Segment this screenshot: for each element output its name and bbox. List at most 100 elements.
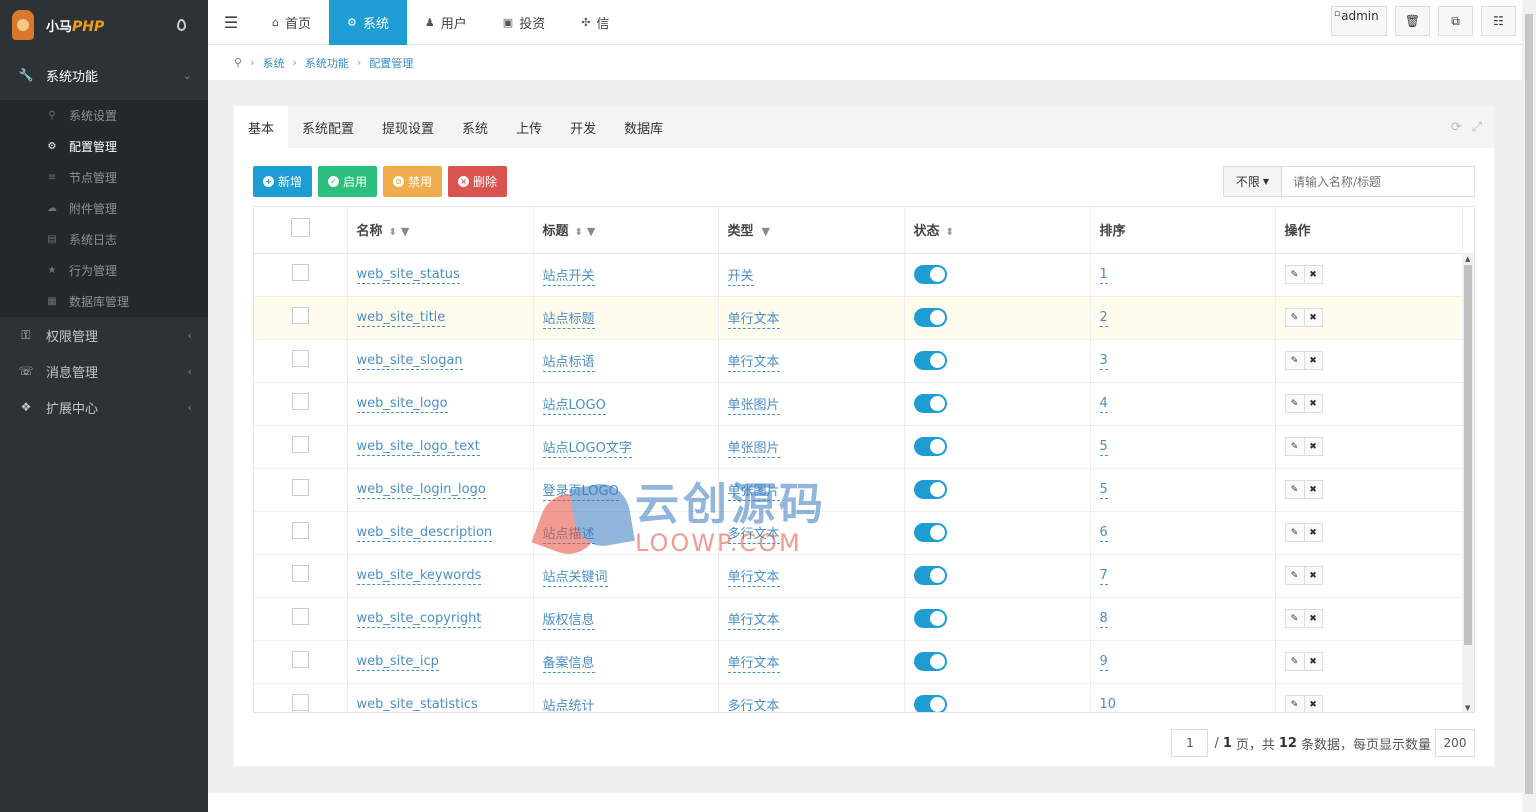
type-link[interactable]: 单行文本 bbox=[727, 570, 780, 587]
disable-button[interactable]: ⊘ 禁用 bbox=[383, 166, 443, 197]
tab-system[interactable]: 系统 bbox=[448, 106, 502, 148]
table-row[interactable]: web_site_slogan 站点标语 单行文本 3 ✎ ✖ bbox=[254, 339, 1463, 383]
sidebar-item-action-manage[interactable]: ★ 行为管理 bbox=[0, 255, 208, 286]
status-toggle[interactable] bbox=[913, 480, 947, 499]
table-row[interactable]: web_site_icp 备案信息 单行文本 9 ✎ ✖ bbox=[254, 640, 1463, 684]
close-icon[interactable]: ✖ bbox=[1303, 266, 1322, 283]
sort-link[interactable]: 8 bbox=[1099, 611, 1108, 628]
row-checkbox[interactable] bbox=[291, 436, 309, 453]
sort-link[interactable]: 4 bbox=[1099, 396, 1108, 413]
sidebar-item-database-manage[interactable]: ▦ 数据库管理 bbox=[0, 286, 208, 317]
name-link[interactable]: web_site_keywords bbox=[356, 568, 482, 585]
breadcrumb-item-system-functions[interactable]: 系统功能 bbox=[305, 55, 349, 71]
sort-icon[interactable]: ⬍ bbox=[575, 227, 583, 238]
tab-home[interactable]: ⌂ 首页 bbox=[254, 0, 329, 45]
type-link[interactable]: 单张图片 bbox=[727, 441, 780, 458]
status-toggle[interactable] bbox=[913, 308, 947, 327]
close-icon[interactable]: ✖ bbox=[1303, 395, 1322, 412]
row-checkbox[interactable] bbox=[291, 522, 309, 539]
status-toggle[interactable] bbox=[913, 437, 947, 456]
title-link[interactable]: 站点统计 bbox=[542, 699, 595, 712]
status-toggle[interactable] bbox=[913, 609, 947, 628]
name-link[interactable]: web_site_title bbox=[356, 310, 446, 327]
edit-icon[interactable]: ✎ bbox=[1285, 352, 1304, 369]
open-site-button[interactable]: ⧉ bbox=[1438, 6, 1473, 36]
table-row[interactable]: web_site_keywords 站点关键词 单行文本 7 ✎ ✖ bbox=[254, 554, 1463, 598]
status-toggle[interactable] bbox=[913, 695, 947, 712]
logo[interactable]: 小马PHP bbox=[0, 0, 208, 50]
type-link[interactable]: 单行文本 bbox=[727, 312, 780, 329]
window-scroll-thumb[interactable] bbox=[1525, 14, 1533, 794]
refresh-icon[interactable]: ⟳ bbox=[1451, 120, 1462, 135]
sort-icon[interactable]: ⬍ bbox=[389, 227, 397, 238]
menu-group-extension[interactable]: ❖ 扩展中心 ‹ bbox=[0, 389, 208, 425]
delete-button[interactable]: × 删除 bbox=[448, 166, 508, 197]
breadcrumb-item-system[interactable]: 系统 bbox=[262, 55, 284, 71]
status-toggle[interactable] bbox=[913, 265, 947, 284]
clear-cache-button[interactable]: 🗑 bbox=[1395, 6, 1430, 36]
table-row[interactable]: web_site_copyright 版权信息 单行文本 8 ✎ ✖ bbox=[254, 597, 1463, 641]
type-link[interactable]: 多行文本 bbox=[727, 699, 780, 712]
table-row[interactable]: web_site_statistics 站点统计 多行文本 10 ✎ ✖ bbox=[254, 683, 1463, 712]
page-size-input[interactable]: 200 bbox=[1435, 729, 1475, 757]
tab-invest[interactable]: ▣ 投资 bbox=[485, 0, 563, 45]
filter-icon[interactable]: ▼ bbox=[762, 225, 770, 238]
type-link[interactable]: 单张图片 bbox=[727, 398, 780, 415]
scroll-down-icon[interactable]: ▼ bbox=[1465, 704, 1470, 712]
admin-avatar[interactable]: ▫ admin bbox=[1331, 6, 1387, 36]
search-input[interactable] bbox=[1282, 166, 1475, 197]
sort-link[interactable]: 3 bbox=[1099, 353, 1108, 370]
scroll-thumb[interactable] bbox=[1464, 265, 1472, 645]
close-icon[interactable]: ✖ bbox=[1303, 438, 1322, 455]
edit-icon[interactable]: ✎ bbox=[1285, 481, 1304, 498]
menu-group-permission[interactable]: ⚿ 权限管理 ‹ bbox=[0, 317, 208, 353]
settings-panel-button[interactable]: ☷ bbox=[1481, 6, 1516, 36]
sort-link[interactable]: 10 bbox=[1099, 697, 1117, 712]
tab-basic[interactable]: 基本 bbox=[234, 106, 289, 148]
type-link[interactable]: 单行文本 bbox=[727, 613, 780, 630]
close-icon[interactable]: ✖ bbox=[1303, 352, 1322, 369]
title-link[interactable]: 版权信息 bbox=[542, 613, 595, 630]
edit-icon[interactable]: ✎ bbox=[1285, 567, 1304, 584]
window-scrollbar[interactable] bbox=[1522, 0, 1536, 812]
status-toggle[interactable] bbox=[913, 566, 947, 585]
type-link[interactable]: 单行文本 bbox=[727, 656, 780, 673]
row-checkbox[interactable] bbox=[291, 694, 309, 711]
sort-link[interactable]: 1 bbox=[1099, 267, 1108, 284]
name-link[interactable]: web_site_status bbox=[356, 267, 460, 284]
enable-button[interactable]: ✓ 启用 bbox=[318, 166, 378, 197]
close-icon[interactable]: ✖ bbox=[1303, 610, 1322, 627]
tab-withdraw-settings[interactable]: 提现设置 bbox=[368, 106, 448, 148]
title-link[interactable]: 站点标语 bbox=[542, 355, 595, 372]
sort-link[interactable]: 5 bbox=[1099, 482, 1108, 499]
row-checkbox[interactable] bbox=[291, 479, 309, 496]
sidebar-item-config-manage[interactable]: ⚙ 配置管理 bbox=[0, 131, 208, 162]
tab-system-config[interactable]: 系统配置 bbox=[288, 106, 368, 148]
sort-link[interactable]: 6 bbox=[1099, 525, 1108, 542]
tab-user[interactable]: ♟ 用户 bbox=[407, 0, 485, 45]
name-link[interactable]: web_site_copyright bbox=[356, 611, 482, 628]
tab-system[interactable]: ⚙ 系统 bbox=[329, 0, 407, 45]
edit-icon[interactable]: ✎ bbox=[1285, 696, 1304, 712]
title-link[interactable]: 站点标题 bbox=[542, 312, 595, 329]
close-icon[interactable]: ✖ bbox=[1303, 653, 1322, 670]
row-checkbox[interactable] bbox=[291, 350, 309, 367]
search-scope-select[interactable]: 不限 ▼ bbox=[1223, 166, 1282, 197]
status-toggle[interactable] bbox=[913, 351, 947, 370]
edit-icon[interactable]: ✎ bbox=[1285, 438, 1304, 455]
type-link[interactable]: 单行文本 bbox=[727, 355, 780, 372]
filter-icon[interactable]: ▼ bbox=[587, 225, 595, 238]
sidebar-item-system-settings[interactable]: ⚲ 系统设置 bbox=[0, 100, 208, 131]
edit-icon[interactable]: ✎ bbox=[1285, 653, 1304, 670]
sidebar-item-attachment-manage[interactable]: ☁ 附件管理 bbox=[0, 193, 208, 224]
filter-icon[interactable]: ▼ bbox=[401, 225, 409, 238]
tab-database[interactable]: 数据库 bbox=[610, 106, 677, 148]
page-input[interactable]: 1 bbox=[1171, 729, 1209, 757]
close-icon[interactable]: ✖ bbox=[1303, 309, 1322, 326]
name-link[interactable]: web_site_logo bbox=[356, 396, 448, 413]
select-all-checkbox[interactable] bbox=[290, 218, 310, 238]
row-checkbox[interactable] bbox=[291, 608, 309, 625]
row-checkbox[interactable] bbox=[291, 393, 309, 410]
theme-drop-icon[interactable] bbox=[177, 19, 186, 31]
tab-xin[interactable]: ✣ 信 bbox=[563, 0, 627, 45]
